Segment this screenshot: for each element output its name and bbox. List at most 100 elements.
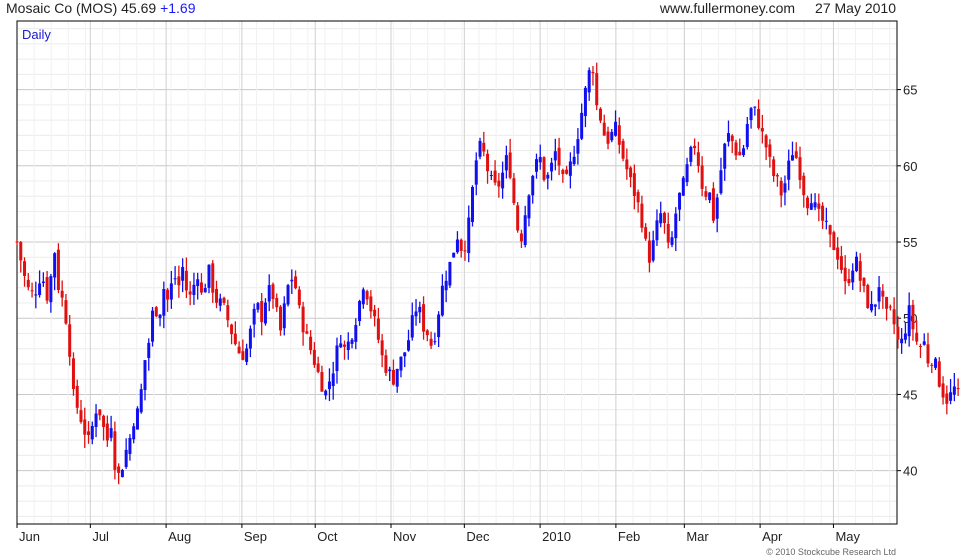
ohlc-body bbox=[211, 263, 215, 293]
ohlc-body bbox=[463, 250, 467, 252]
ohlc-body bbox=[881, 290, 885, 297]
ohlc-body bbox=[135, 408, 139, 430]
ohlc-body bbox=[696, 152, 700, 166]
ohlc-body bbox=[568, 161, 572, 176]
ohlc-body bbox=[267, 285, 271, 302]
ohlc-body bbox=[53, 253, 57, 278]
ohlc-body bbox=[719, 170, 723, 194]
ohlc-body bbox=[760, 128, 764, 132]
ohlc-body bbox=[768, 144, 772, 157]
ohlc-body bbox=[459, 239, 463, 251]
ohlc-body bbox=[177, 276, 181, 286]
ohlc-body bbox=[813, 202, 817, 208]
ohlc-body bbox=[230, 324, 234, 335]
x-tick-label: Sep bbox=[244, 529, 267, 544]
ohlc-body bbox=[105, 423, 109, 441]
ohlc-body bbox=[602, 122, 606, 136]
ohlc-body bbox=[324, 390, 328, 396]
ohlc-body bbox=[102, 415, 106, 427]
ohlc-body bbox=[26, 279, 30, 288]
ohlc-body bbox=[312, 349, 316, 365]
ohlc-body bbox=[294, 276, 298, 289]
ohlc-body bbox=[937, 361, 941, 387]
ohlc-body bbox=[117, 466, 121, 473]
ohlc-body bbox=[113, 431, 117, 470]
ohlc-body bbox=[56, 249, 60, 290]
ohlc-body bbox=[343, 344, 347, 347]
ohlc-body bbox=[455, 239, 459, 253]
ohlc-body bbox=[715, 197, 719, 219]
ohlc-body bbox=[862, 278, 866, 286]
ohlc-body bbox=[516, 205, 520, 231]
ohlc-body bbox=[373, 309, 377, 317]
x-tick-label: Jun bbox=[19, 529, 40, 544]
ohlc-body bbox=[538, 157, 542, 163]
ohlc-body bbox=[681, 177, 685, 196]
ohlc-body bbox=[309, 336, 313, 351]
ohlc-body bbox=[636, 192, 640, 203]
ohlc-body bbox=[132, 426, 136, 440]
ohlc-body bbox=[647, 240, 651, 263]
ohlc-body bbox=[365, 291, 369, 300]
ohlc-body bbox=[237, 346, 241, 354]
ohlc-body bbox=[640, 203, 644, 228]
ohlc-body bbox=[94, 413, 98, 427]
ohlc-body bbox=[23, 261, 27, 276]
ohlc-body bbox=[346, 341, 350, 351]
x-tick-label: Apr bbox=[762, 529, 783, 544]
ohlc-body bbox=[256, 303, 260, 310]
ohlc-body bbox=[286, 285, 290, 305]
ohlc-body bbox=[407, 340, 411, 351]
ohlc-body bbox=[734, 142, 738, 156]
ohlc-body bbox=[241, 351, 245, 360]
ohlc-body bbox=[621, 140, 625, 159]
ohlc-body bbox=[275, 298, 279, 308]
ohlc-body bbox=[900, 338, 904, 344]
ohlc-body bbox=[753, 106, 757, 108]
ohlc-body bbox=[610, 131, 614, 141]
ohlc-body bbox=[598, 108, 602, 121]
ohlc-body bbox=[606, 131, 610, 144]
ohlc-body bbox=[504, 155, 508, 171]
ohlc-body bbox=[64, 300, 68, 324]
ohlc-body bbox=[934, 358, 938, 368]
ohlc-body bbox=[452, 252, 456, 258]
ohlc-body bbox=[557, 147, 561, 166]
ohlc-body bbox=[783, 183, 787, 193]
ohlc-body bbox=[678, 192, 682, 210]
ohlc-body bbox=[651, 240, 655, 261]
ohlc-body bbox=[354, 325, 358, 342]
ohlc-body bbox=[941, 383, 945, 398]
ohlc-body bbox=[207, 264, 211, 288]
ohlc-body bbox=[497, 180, 501, 187]
ohlc-body bbox=[162, 289, 166, 316]
ohlc-body bbox=[772, 159, 776, 177]
ohlc-body bbox=[215, 288, 219, 303]
ohlc-body bbox=[685, 164, 689, 183]
ohlc-body bbox=[260, 301, 264, 323]
ohlc-body bbox=[519, 233, 523, 242]
ohlc-body bbox=[139, 389, 143, 413]
ohlc-body bbox=[896, 326, 900, 340]
ohlc-body bbox=[629, 167, 633, 178]
ohlc-body bbox=[806, 197, 810, 209]
ohlc-body bbox=[38, 283, 42, 295]
ohlc-body bbox=[531, 175, 535, 196]
ohlc-body bbox=[851, 270, 855, 283]
ohlc-body bbox=[907, 305, 911, 337]
ohlc-body bbox=[192, 284, 196, 296]
ohlc-body bbox=[730, 135, 734, 142]
ohlc-body bbox=[527, 195, 531, 219]
ohlc-body bbox=[809, 203, 813, 210]
ohlc-body bbox=[245, 348, 249, 362]
ohlc-body bbox=[316, 363, 320, 372]
ohlc-body bbox=[915, 332, 919, 342]
y-tick-label: 45 bbox=[903, 387, 917, 402]
x-tick-label: Dec bbox=[466, 529, 490, 544]
ohlc-body bbox=[576, 139, 580, 154]
ohlc-body bbox=[433, 341, 437, 343]
ohlc-body bbox=[617, 125, 621, 145]
ohlc-body bbox=[448, 261, 452, 286]
ohlc-body bbox=[290, 279, 294, 282]
ohlc-body bbox=[670, 237, 674, 245]
